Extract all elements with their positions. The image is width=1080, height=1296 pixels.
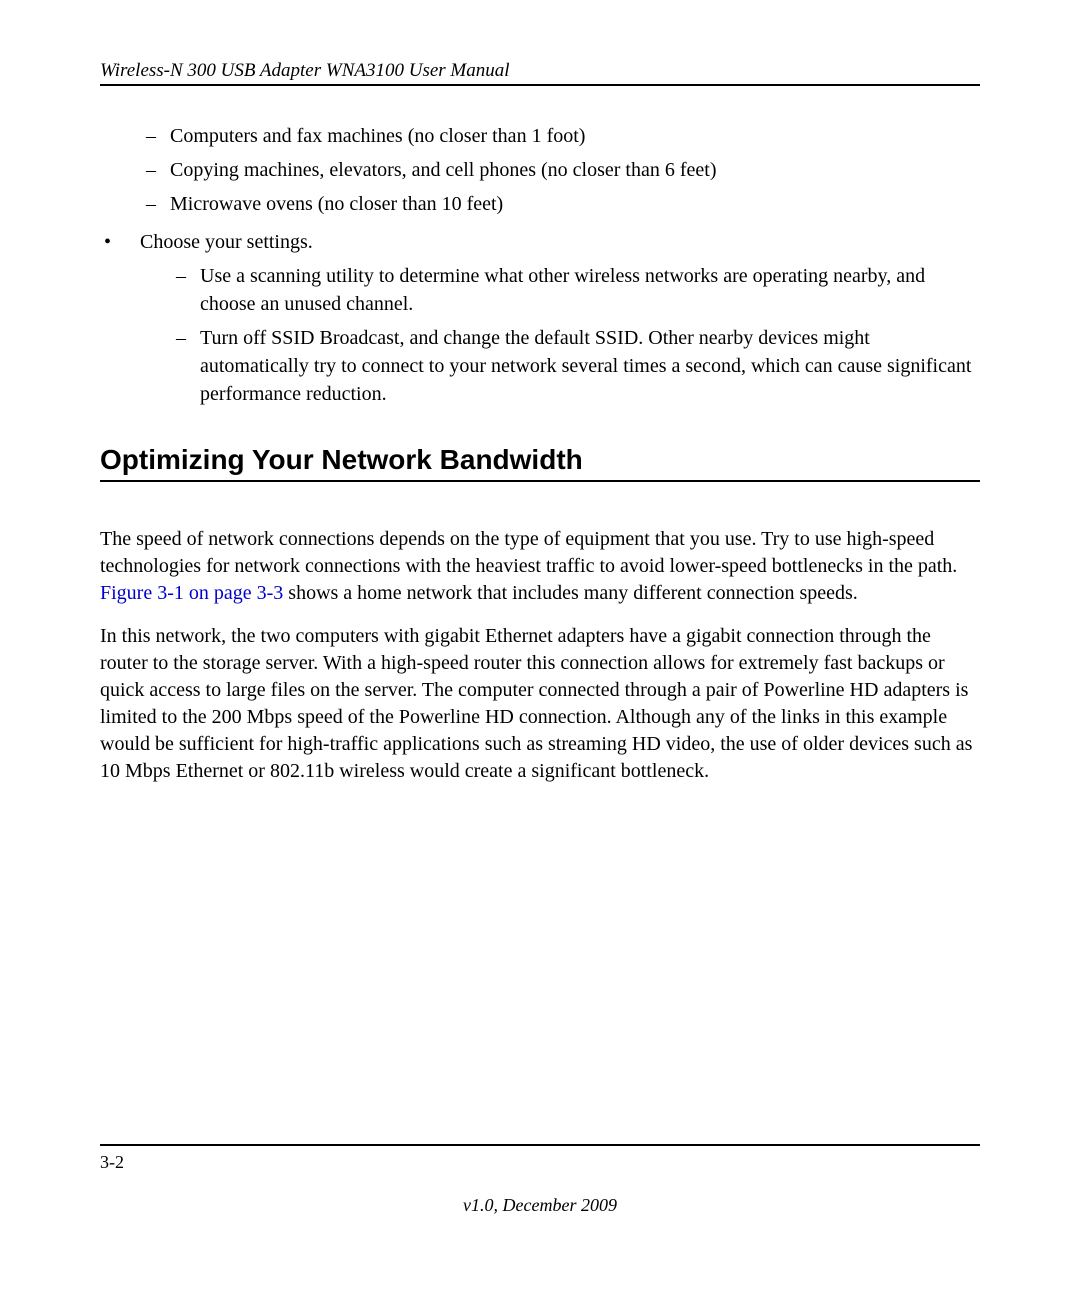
running-header: Wireless-N 300 USB Adapter WNA3100 User … [100, 60, 980, 86]
body-paragraph: In this network, the two computers with … [100, 623, 980, 785]
dash-marker: – [140, 122, 170, 150]
list-item: • Choose your settings. [100, 228, 980, 256]
para-text: The speed of network connections depends… [100, 528, 957, 577]
main-list: • Choose your settings. [100, 228, 980, 256]
dash-marker: – [140, 156, 170, 184]
para-text: shows a home network that includes many … [283, 582, 857, 604]
list-item: – Use a scanning utility to determine wh… [170, 262, 980, 318]
page-footer: 3-2 v1.0, December 2009 [100, 1144, 980, 1216]
section-heading: Optimizing Your Network Bandwidth [100, 444, 980, 482]
figure-cross-reference[interactable]: Figure 3-1 on page 3-3 [100, 582, 283, 604]
list-item: – Computers and fax machines (no closer … [140, 122, 980, 150]
list-item: – Turn off SSID Broadcast, and change th… [170, 324, 980, 408]
footer-rule [100, 1144, 980, 1146]
list-item-text: Use a scanning utility to determine what… [200, 262, 980, 318]
dash-marker: – [170, 262, 200, 318]
list-item: – Copying machines, elevators, and cell … [140, 156, 980, 184]
list-item-text: Microwave ovens (no closer than 10 feet) [170, 190, 980, 218]
dash-marker: – [140, 190, 170, 218]
list-item: – Microwave ovens (no closer than 10 fee… [140, 190, 980, 218]
list-item-text: Copying machines, elevators, and cell ph… [170, 156, 980, 184]
choose-settings-sub-list: – Use a scanning utility to determine wh… [170, 262, 980, 408]
page-number: 3-2 [100, 1152, 980, 1173]
list-item-text: Turn off SSID Broadcast, and change the … [200, 324, 980, 408]
top-sub-list: – Computers and fax machines (no closer … [140, 122, 980, 218]
bullet-marker: • [100, 228, 140, 256]
dash-marker: – [170, 324, 200, 408]
version-text: v1.0, December 2009 [100, 1195, 980, 1216]
body-paragraph: The speed of network connections depends… [100, 526, 980, 607]
list-item-text: Computers and fax machines (no closer th… [170, 122, 980, 150]
list-item-text: Choose your settings. [140, 228, 980, 256]
